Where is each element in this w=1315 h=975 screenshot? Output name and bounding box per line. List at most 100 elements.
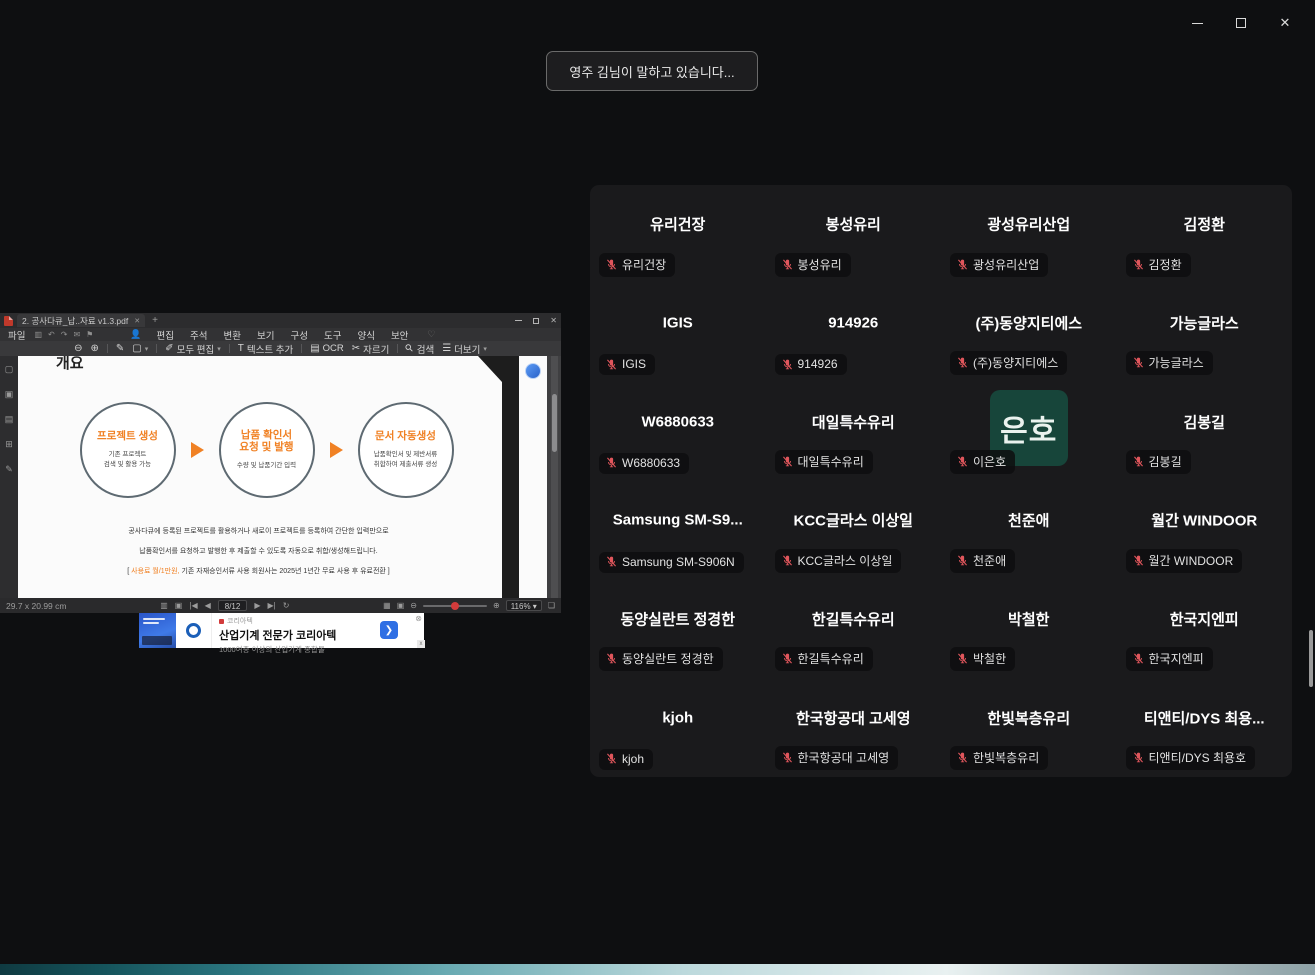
participant-tile[interactable]: 티앤티/DYS 최용...티앤티/DYS 최용호 xyxy=(1117,678,1293,777)
quick-icon[interactable]: ▥ xyxy=(34,330,42,339)
rotate-icon[interactable]: ↻ xyxy=(283,601,290,610)
sidebar-icon[interactable]: ✎ xyxy=(5,464,13,475)
pdf-maximize-icon[interactable] xyxy=(533,318,539,324)
more-icon: ☰ xyxy=(442,343,451,354)
participant-tile[interactable]: 박철한박철한 xyxy=(941,580,1117,679)
page-scrollbar-thumb[interactable] xyxy=(552,394,557,452)
nav-last-icon[interactable]: ▶| xyxy=(267,601,275,610)
participant-tile[interactable]: 봉성유리봉성유리 xyxy=(766,185,942,284)
menu-item[interactable]: 구성 xyxy=(290,328,307,342)
participant-tile[interactable]: 은호이은호 xyxy=(941,382,1117,481)
ad-banner[interactable]: 코리아텍 산업기계 전문가 코리아텍 1000여종 이상의 산업기계 종합몰 ❯… xyxy=(139,613,424,648)
sidebar-icon[interactable]: ▢ xyxy=(5,364,14,375)
zoom-in-icon[interactable]: ⊕ xyxy=(493,601,500,610)
participant-tile[interactable]: 동양실란트 정경한동양실란트 정경한 xyxy=(590,580,766,679)
tool-more[interactable]: ☰더보기▾ xyxy=(442,342,487,356)
participant-label: 한빛복층유리 xyxy=(950,746,1048,770)
tool-pen[interactable]: ✎ xyxy=(116,343,124,354)
participant-tile[interactable]: 김정환김정환 xyxy=(1117,185,1293,284)
tool-shape[interactable]: ▢▾ xyxy=(132,343,148,354)
ad-next-button[interactable]: ❯ xyxy=(380,621,398,639)
participant-tile[interactable]: 한국지엔피한국지엔피 xyxy=(1117,580,1293,679)
menu-item[interactable]: 양식 xyxy=(357,328,374,342)
shape-icon: ▢ xyxy=(132,343,141,354)
tool-crop[interactable]: ✂자르기 xyxy=(352,342,390,356)
participant-tile[interactable]: (주)동양지티에스(주)동양지티에스 xyxy=(941,284,1117,383)
participant-label: W6880633 xyxy=(599,453,689,474)
participant-tile[interactable]: Samsung SM-S9...Samsung SM-S906N xyxy=(590,481,766,580)
heart-icon[interactable]: ♡ xyxy=(427,329,435,340)
sidebar-icon[interactable]: ⊞ xyxy=(5,439,13,450)
nav-prev-icon[interactable]: ◀ xyxy=(205,601,211,610)
menu-item[interactable]: 주석 xyxy=(190,328,207,342)
select-tool-icon[interactable]: ▣ xyxy=(175,601,183,610)
participant-tile[interactable]: 천준애천준애 xyxy=(941,481,1117,580)
sidebar-icon[interactable]: ▣ xyxy=(5,389,14,400)
fit-view-icon[interactable]: ▦ xyxy=(383,601,391,610)
participant-tile[interactable]: 유리건장유리건장 xyxy=(590,185,766,284)
tool-text-add[interactable]: T텍스트 추가 xyxy=(238,342,293,356)
hand-tool-icon[interactable]: ▥ xyxy=(160,601,168,610)
participant-name: 김봉길 xyxy=(1121,411,1289,432)
nav-next-icon[interactable]: ▶ xyxy=(254,601,260,610)
participant-tile[interactable]: W6880633W6880633 xyxy=(590,382,766,481)
tool-zoom-out[interactable]: ⊖ xyxy=(74,343,82,354)
page-scrollbar[interactable] xyxy=(551,356,558,598)
participant-tile[interactable]: 월간 WINDOOR월간 WINDOOR xyxy=(1117,481,1293,580)
menu-item[interactable]: 편집 xyxy=(157,328,174,342)
quick-icon[interactable]: ⚑ xyxy=(86,330,93,339)
pdf-minimize-icon[interactable] xyxy=(515,320,522,321)
pdf-close-icon[interactable]: ✕ xyxy=(550,316,557,325)
pdf-document-tab[interactable]: 2. 공사다큐_납..자료 v1.3.pdf ✕ xyxy=(17,314,145,327)
participant-tile[interactable]: 광성유리산업광성유리산업 xyxy=(941,185,1117,284)
zoom-out-icon: ⊖ xyxy=(74,343,82,354)
zoom-out-icon[interactable]: ⊖ xyxy=(410,601,417,610)
participant-tile[interactable]: 914926914926 xyxy=(766,284,942,383)
zoom-slider[interactable] xyxy=(423,605,487,607)
floating-widget-icon[interactable] xyxy=(525,363,541,379)
participant-label: 김정환 xyxy=(1126,253,1191,277)
menu-file[interactable]: 파일 xyxy=(8,328,25,342)
participant-tile[interactable]: 김봉길김봉길 xyxy=(1117,382,1293,481)
layout-view-icon[interactable]: ▣ xyxy=(397,601,405,610)
ad-close-icon[interactable]: ⊗ xyxy=(415,614,422,623)
zoom-level-select[interactable]: 116% ▾ xyxy=(506,600,542,611)
tool-edit-all[interactable]: ✐모두 편집▾ xyxy=(165,342,221,356)
menu-item[interactable]: 보안 xyxy=(391,328,408,342)
participant-name: 대일특수유리 xyxy=(770,411,938,432)
menu-item[interactable]: 도구 xyxy=(324,328,341,342)
tool-zoom-in[interactable]: ⊕ xyxy=(90,343,98,354)
close-button[interactable]: ✕ xyxy=(1263,8,1307,38)
mic-off-icon xyxy=(781,751,794,764)
participant-tile[interactable]: 한길특수유리한길특수유리 xyxy=(766,580,942,679)
quick-icon[interactable]: ✉ xyxy=(73,330,80,339)
nav-first-icon[interactable]: |◀ xyxy=(189,601,197,610)
meeting-scrollbar-thumb[interactable] xyxy=(1309,630,1313,687)
tool-search[interactable]: ⚲검색 xyxy=(406,342,434,356)
new-tab-button[interactable]: + xyxy=(152,315,158,326)
toolbar-separator xyxy=(301,344,302,353)
maximize-button[interactable] xyxy=(1219,8,1263,38)
participant-tile[interactable]: 가능글라스가능글라스 xyxy=(1117,284,1293,383)
participant-tile[interactable]: kjohkjoh xyxy=(590,678,766,777)
tool-ocr[interactable]: ▤OCR xyxy=(310,343,344,354)
participant-tile[interactable]: 한빛복층유리한빛복층유리 xyxy=(941,678,1117,777)
minimize-button[interactable] xyxy=(1175,8,1219,38)
page-number-input[interactable]: 8/12 xyxy=(218,600,248,611)
tab-close-icon[interactable]: ✕ xyxy=(134,317,140,325)
quick-icon[interactable]: ↷ xyxy=(61,330,68,339)
participant-label: (주)동양지티에스 xyxy=(950,351,1067,375)
participant-tile[interactable]: IGISIGIS xyxy=(590,284,766,383)
participant-tile[interactable]: KCC글라스 이상일KCC글라스 이상일 xyxy=(766,481,942,580)
ad-dismiss-icon[interactable]: x xyxy=(417,640,425,648)
zoom-slider-knob[interactable] xyxy=(451,602,459,610)
menu-item[interactable]: 보기 xyxy=(257,328,274,342)
menu-item[interactable]: 변환 xyxy=(224,328,241,342)
participant-tile[interactable]: 대일특수유리대일특수유리 xyxy=(766,382,942,481)
participant-tile[interactable]: 한국항공대 고세영한국항공대 고세영 xyxy=(766,678,942,777)
sidebar-icon[interactable]: ▤ xyxy=(5,414,14,425)
mic-off-icon xyxy=(781,554,794,567)
ad-banner-image xyxy=(139,613,176,648)
expand-view-icon[interactable]: ❏ xyxy=(548,601,555,610)
quick-icon[interactable]: ↶ xyxy=(48,330,55,339)
